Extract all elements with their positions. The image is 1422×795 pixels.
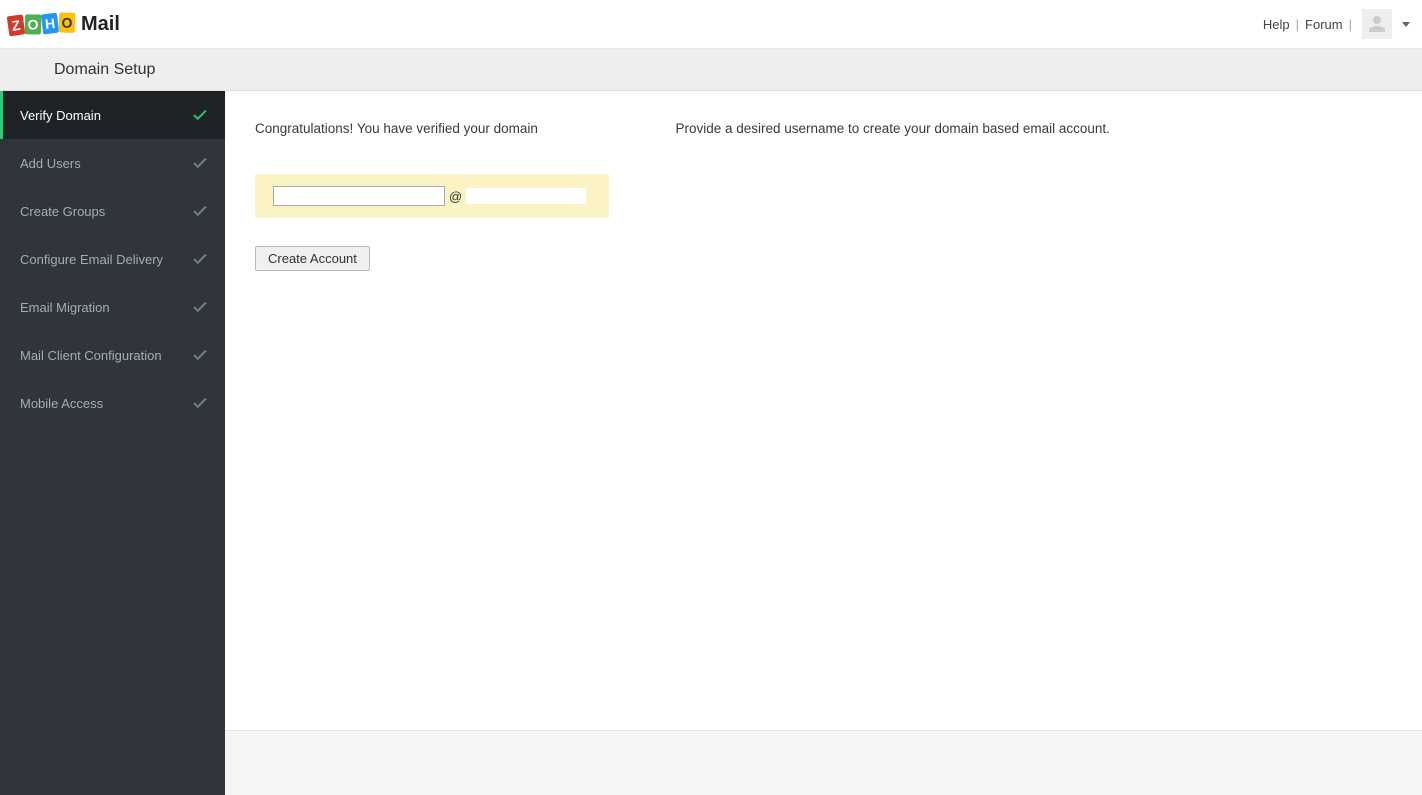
username-input[interactable] bbox=[273, 186, 445, 206]
redacted-domain-name bbox=[542, 121, 672, 135]
check-icon bbox=[191, 154, 209, 172]
intro-suffix: Provide a desired username to create you… bbox=[672, 121, 1110, 136]
top-header: Z O H O Mail Help | Forum | bbox=[0, 0, 1422, 49]
logo-suffix: Mail bbox=[81, 13, 120, 36]
person-icon bbox=[1365, 12, 1389, 36]
check-icon bbox=[191, 106, 209, 124]
sidebar-item-label: Verify Domain bbox=[20, 108, 101, 123]
avatar[interactable] bbox=[1362, 9, 1392, 39]
create-account-button[interactable]: Create Account bbox=[255, 246, 370, 271]
page-title-bar: Domain Setup bbox=[0, 49, 1422, 91]
at-symbol: @ bbox=[449, 189, 462, 204]
separator: | bbox=[1296, 17, 1299, 32]
sidebar-item-configure-email-delivery[interactable]: Configure Email Delivery bbox=[0, 235, 225, 283]
check-icon bbox=[191, 202, 209, 220]
zoho-mail-logo[interactable]: Z O H O Mail bbox=[8, 13, 120, 36]
logo-letter-o2: O bbox=[59, 12, 76, 33]
sidebar: Verify Domain Add Users Create Groups Co… bbox=[0, 91, 225, 795]
help-link[interactable]: Help bbox=[1263, 17, 1290, 32]
layout: Verify Domain Add Users Create Groups Co… bbox=[0, 91, 1422, 795]
logo-letter-h: H bbox=[41, 13, 59, 35]
sidebar-item-label: Mail Client Configuration bbox=[20, 348, 162, 363]
email-input-row: @ bbox=[255, 174, 609, 218]
check-icon bbox=[191, 346, 209, 364]
sidebar-item-label: Add Users bbox=[20, 156, 81, 171]
sidebar-item-label: Configure Email Delivery bbox=[20, 252, 163, 267]
sidebar-item-create-groups[interactable]: Create Groups bbox=[0, 187, 225, 235]
sidebar-item-mail-client-configuration[interactable]: Mail Client Configuration bbox=[0, 331, 225, 379]
check-icon bbox=[191, 394, 209, 412]
footer-strip bbox=[225, 730, 1422, 795]
sidebar-item-label: Create Groups bbox=[20, 204, 105, 219]
logo-letter-z: Z bbox=[7, 14, 26, 36]
forum-link[interactable]: Forum bbox=[1305, 17, 1343, 32]
check-icon bbox=[191, 250, 209, 268]
separator: | bbox=[1349, 17, 1352, 32]
sidebar-item-mobile-access[interactable]: Mobile Access bbox=[0, 379, 225, 427]
sidebar-item-label: Email Migration bbox=[20, 300, 110, 315]
intro-text: Congratulations! You have verified your … bbox=[255, 121, 1392, 136]
sidebar-item-email-migration[interactable]: Email Migration bbox=[0, 283, 225, 331]
logo-blocks: Z O H O bbox=[8, 12, 76, 35]
sidebar-item-verify-domain[interactable]: Verify Domain bbox=[0, 91, 225, 139]
check-icon bbox=[191, 298, 209, 316]
intro-prefix: Congratulations! You have verified your … bbox=[255, 121, 542, 136]
sidebar-item-add-users[interactable]: Add Users bbox=[0, 139, 225, 187]
top-right-links: Help | Forum | bbox=[1263, 9, 1410, 39]
main-content: Congratulations! You have verified your … bbox=[225, 91, 1422, 795]
chevron-down-icon[interactable] bbox=[1402, 22, 1410, 27]
logo-letter-o1: O bbox=[25, 14, 41, 34]
redacted-domain-suffix bbox=[466, 188, 586, 204]
page-title: Domain Setup bbox=[54, 61, 155, 79]
sidebar-item-label: Mobile Access bbox=[20, 396, 103, 411]
